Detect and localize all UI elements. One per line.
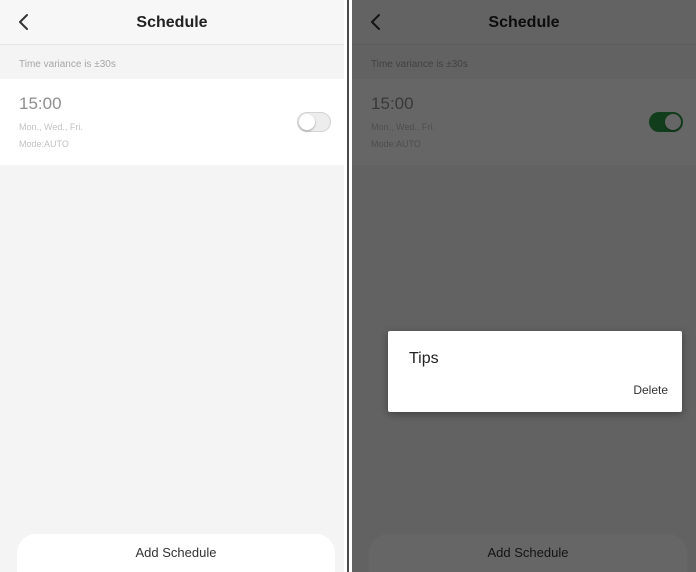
schedule-mode: Mode:AUTO bbox=[19, 139, 69, 149]
comparison-canvas: Schedule Time variance is ±30s 15:00 Mon… bbox=[0, 0, 696, 572]
schedule-screen-left: Schedule Time variance is ±30s 15:00 Mon… bbox=[0, 0, 344, 572]
schedule-days: Mon., Wed., Fri. bbox=[19, 122, 83, 132]
toggle-knob bbox=[299, 114, 315, 130]
tips-dialog: Tips Delete bbox=[388, 331, 682, 412]
schedule-time: 15:00 bbox=[19, 94, 62, 113]
delete-button[interactable]: Delete bbox=[633, 383, 668, 397]
schedule-toggle[interactable] bbox=[297, 112, 331, 132]
page-title: Schedule bbox=[136, 14, 208, 31]
screen-divider bbox=[344, 0, 352, 572]
dialog-title: Tips bbox=[409, 350, 439, 367]
back-button[interactable] bbox=[10, 8, 38, 36]
schedule-item[interactable]: 15:00 Mon., Wed., Fri. Mode:AUTO bbox=[0, 79, 344, 165]
navigation-bar: Schedule bbox=[0, 0, 344, 45]
time-variance-note: Time variance is ±30s bbox=[19, 59, 116, 70]
add-schedule-button[interactable]: Add Schedule bbox=[17, 534, 335, 572]
chevron-left-icon bbox=[19, 14, 28, 30]
modal-overlay[interactable] bbox=[352, 0, 696, 572]
schedule-screen-right: Schedule Time variance is ±30s 15:00 Mon… bbox=[352, 0, 696, 572]
divider-line bbox=[347, 0, 349, 572]
